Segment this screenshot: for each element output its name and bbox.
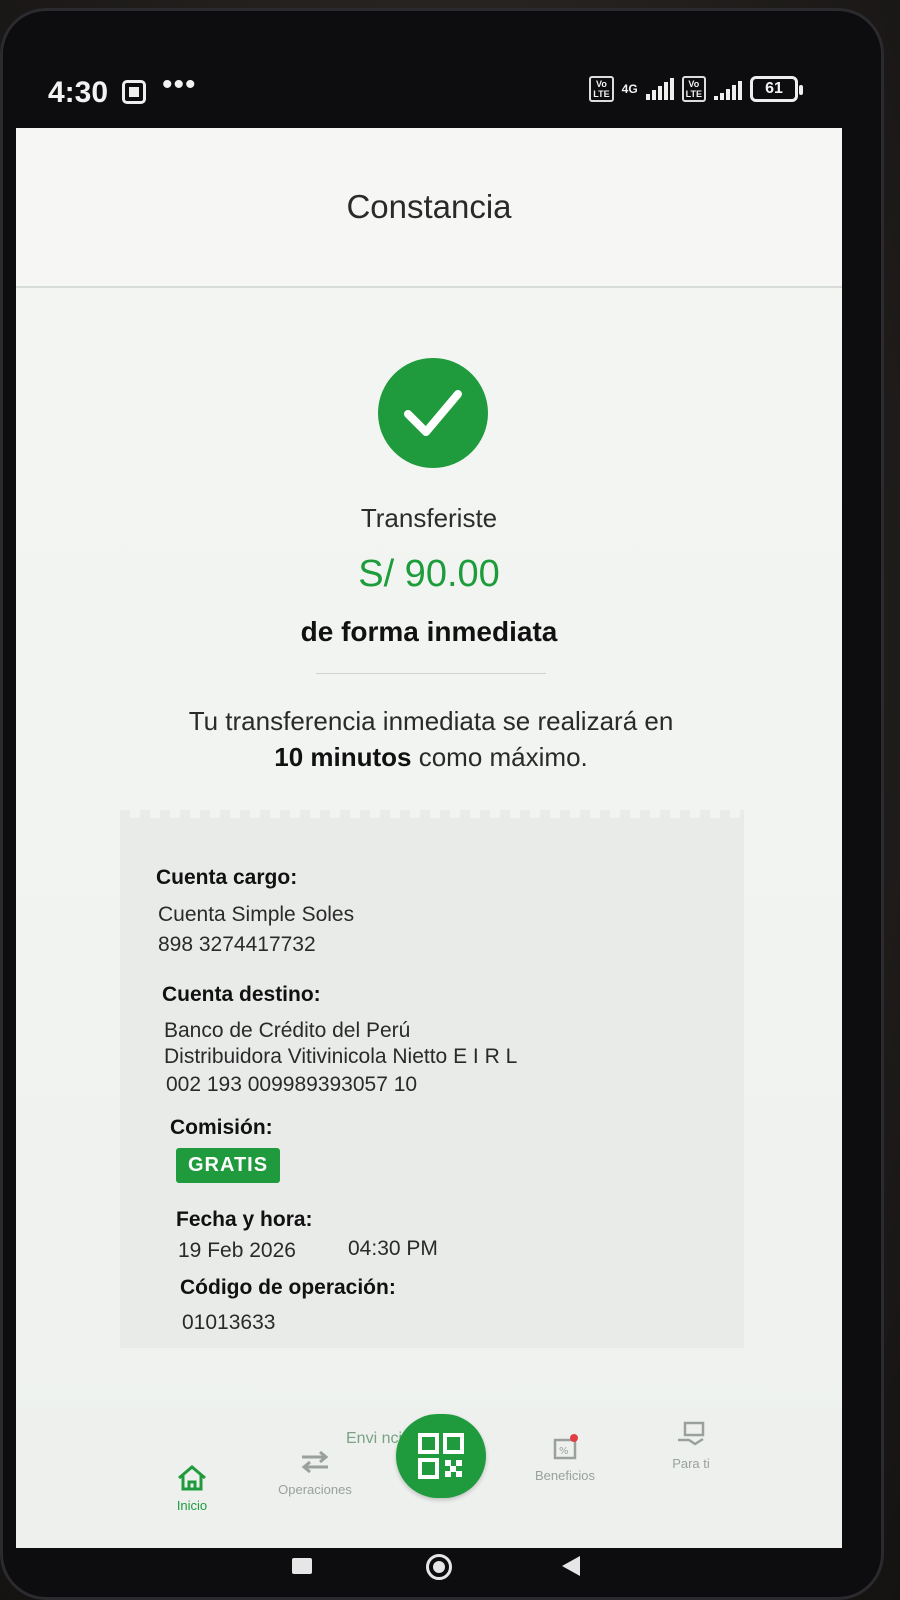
transfer-info: Tu transferencia inmediata se realizará …	[116, 703, 746, 775]
status-indicators: Vo LTE 4G Vo LTE 61	[589, 76, 803, 102]
comision-title: Comisión:	[170, 1116, 273, 1139]
transfer-label: Transferiste	[360, 503, 498, 533]
info-line2-rest: como máximo.	[411, 742, 588, 772]
cuenta-cargo-name: Cuenta Simple Soles	[158, 903, 355, 926]
gift-icon: %	[553, 1434, 578, 1460]
success-check-icon	[378, 358, 488, 468]
cuenta-destino-number: 002 193 009989393057 10	[166, 1073, 418, 1096]
status-time: 4:30	[48, 76, 109, 109]
fecha-time: 04:30 PM	[348, 1237, 438, 1260]
tab-para-ti-label: Para ti	[672, 1456, 710, 1471]
phone-frame: 4:30 ••• Vo LTE 4G Vo LTE 61 Constancia Tr…	[0, 8, 884, 1600]
back-button[interactable]	[562, 1556, 580, 1576]
page-title: Constancia	[346, 188, 512, 225]
svg-text:%: %	[559, 1446, 569, 1457]
tab-inicio[interactable]: Inicio	[164, 1464, 220, 1513]
volte-icon-2: Vo LTE	[681, 76, 706, 102]
network-type: 4G	[621, 81, 638, 96]
qr-fab-button[interactable]	[396, 1414, 486, 1498]
cuenta-cargo-title: Cuenta cargo:	[156, 866, 298, 889]
header: Constancia	[16, 128, 842, 288]
cuenta-destino-name: Distribuidora Vitivinicola Nietto E I R …	[164, 1045, 518, 1068]
codigo-title: Código de operación:	[180, 1276, 396, 1299]
tab-operaciones[interactable]: Operaciones	[260, 1448, 370, 1497]
signal-bars-icon-2	[714, 78, 742, 100]
status-bar: 4:30 ••• Vo LTE 4G Vo LTE 61	[18, 52, 858, 132]
volte-icon: Vo LTE	[589, 76, 614, 102]
qr-code-icon	[418, 1433, 464, 1479]
more-notifications-icon: •••	[162, 68, 197, 101]
info-line1: Tu transferencia inmediata se realizará …	[188, 706, 674, 736]
app-screen: Constancia Transferiste S/ 90.00 de form…	[16, 128, 842, 1548]
cuenta-destino-title: Cuenta destino:	[162, 983, 321, 1006]
info-time-bold: 10 minutos	[274, 742, 412, 772]
battery-icon: 61	[750, 76, 803, 102]
home-icon	[178, 1465, 206, 1491]
notification-app-icon	[122, 80, 146, 104]
signal-bars-icon	[645, 78, 674, 100]
codigo-value: 01013633	[182, 1311, 276, 1334]
cuenta-cargo-number: 898 3274417732	[158, 933, 316, 956]
tab-para-ti[interactable]: Para ti	[656, 1420, 726, 1471]
transfer-mode: de forma inmediata	[300, 616, 558, 647]
comision-badge: GRATIS	[176, 1148, 281, 1183]
tab-beneficios[interactable]: % Beneficios	[520, 1432, 610, 1483]
system-nav-bar	[16, 1548, 842, 1600]
home-button[interactable]	[426, 1554, 452, 1580]
tab-inicio-label: Inicio	[176, 1498, 208, 1513]
transfer-amount: S/ 90.00	[358, 553, 500, 595]
bottom-area: Envi ncia Inicio Operaciones % Beneficio…	[16, 1408, 842, 1548]
fecha-date: 19 Feb 2026	[178, 1239, 296, 1262]
transfer-arrows-icon	[301, 1450, 329, 1474]
tab-beneficios-label: Beneficios	[535, 1468, 595, 1483]
tab-operaciones-label: Operaciones	[278, 1482, 352, 1497]
fecha-title: Fecha y hora:	[176, 1208, 313, 1231]
divider	[316, 673, 546, 674]
recent-apps-button[interactable]	[292, 1558, 312, 1574]
hand-card-icon	[678, 1421, 705, 1446]
receipt-card: Cuenta cargo: Cuenta Simple Soles 898 32…	[120, 810, 744, 1348]
